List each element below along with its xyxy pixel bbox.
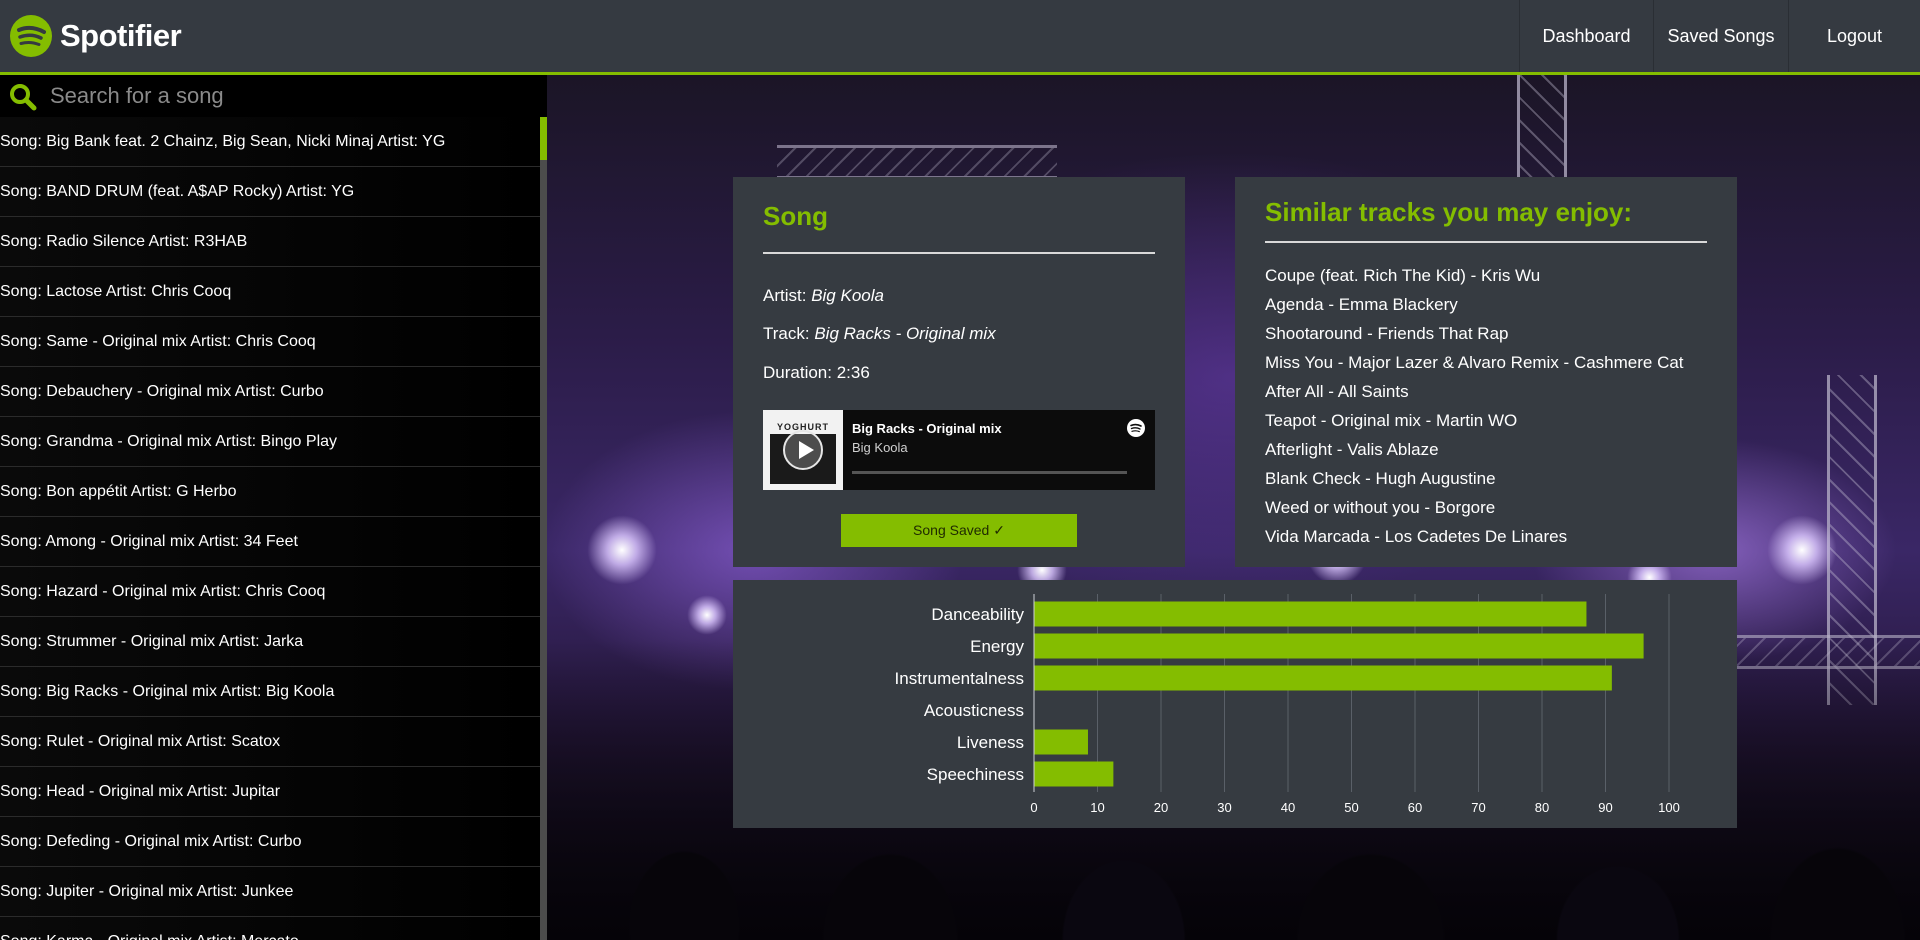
nav-logout-link[interactable]: Logout <box>1788 0 1920 72</box>
song-list-item[interactable]: Song: Grandma - Original mix Artist: Bin… <box>0 417 540 467</box>
embedded-player[interactable]: YOGHURT Big Racks - Original mix Big Koo… <box>763 410 1155 490</box>
similar-track-item[interactable]: After All - All Saints <box>1265 377 1684 406</box>
similar-track-item[interactable]: Shootaround - Friends That Rap <box>1265 319 1684 348</box>
chart-x-tick-label: 20 <box>1154 800 1168 815</box>
duration-label: Duration: <box>763 363 832 382</box>
similar-track-item[interactable]: Afterlight - Valis Ablaze <box>1265 435 1684 464</box>
audio-features-chart: 0 10 20 30 40 50 60 70 80 90 100 Danceability Energy… <box>733 580 1737 828</box>
chart-x-tick-label: 80 <box>1535 800 1549 815</box>
song-card-title: Song <box>763 201 828 231</box>
song-list-item[interactable]: Song: Head - Original mix Artist: Jupita… <box>0 767 540 817</box>
chart-bar-speechiness[interactable] <box>1034 761 1114 787</box>
song-list-item[interactable]: Song: Jupiter - Original mix Artist: Jun… <box>0 867 540 917</box>
song-list-item[interactable]: Song: Radio Silence Artist: R3HAB <box>0 217 540 267</box>
spotify-logo-icon <box>10 15 52 57</box>
similar-track-item[interactable]: Miss You - Major Lazer & Alvaro Remix - … <box>1265 348 1684 377</box>
similar-track-item[interactable]: Weed or without you - Borgore <box>1265 493 1684 522</box>
similar-tracks-card: Similar tracks you may enjoy: Coupe (fea… <box>1235 177 1737 567</box>
chart-category-label: Energy <box>970 637 1024 656</box>
song-list-item[interactable]: Song: Same - Original mix Artist: Chris … <box>0 317 540 367</box>
chart-x-tick-label: 60 <box>1408 800 1422 815</box>
search-icon[interactable] <box>9 83 37 111</box>
duration-row: Duration: 2:36 <box>763 363 870 383</box>
song-list-item[interactable]: Song: Lactose Artist: Chris Cooq <box>0 267 540 317</box>
chart-x-tick-label: 0 <box>1030 800 1037 815</box>
top-navbar: Spotifier Dashboard Saved Songs Logout <box>0 0 1920 75</box>
song-list-item[interactable]: Song: Hazard - Original mix Artist: Chri… <box>0 567 540 617</box>
chart-x-tick-label: 10 <box>1090 800 1104 815</box>
similar-track-item[interactable]: Agenda - Emma Blackery <box>1265 290 1684 319</box>
chart-x-tick-label: 40 <box>1281 800 1295 815</box>
nav-saved-songs-link[interactable]: Saved Songs <box>1653 0 1788 72</box>
player-track-name[interactable]: Big Racks - Original mix <box>852 421 1002 436</box>
nav-dashboard-link[interactable]: Dashboard <box>1519 0 1653 72</box>
similar-track-item[interactable]: Vida Marcada - Los Cadetes De Linares <box>1265 522 1684 551</box>
chart-category-label: Instrumentalness <box>895 669 1024 688</box>
player-artist-name[interactable]: Big Koola <box>852 440 908 455</box>
audio-features-svg: 0 10 20 30 40 50 60 70 80 90 100 Danceability Energy… <box>895 594 1680 815</box>
similar-track-item[interactable]: Teapot - Original mix - Martin WO <box>1265 406 1684 435</box>
chart-category-label: Danceability <box>931 605 1024 624</box>
scrollbar-thumb[interactable] <box>540 117 547 160</box>
search-input[interactable] <box>50 79 530 113</box>
main-nav: Dashboard Saved Songs Logout <box>1519 0 1920 72</box>
song-list-item[interactable]: Song: Big Bank feat. 2 Chainz, Big Sean,… <box>0 117 540 167</box>
chart-bar-energy[interactable] <box>1034 633 1644 659</box>
play-icon <box>799 441 814 459</box>
similar-track-item[interactable]: Coupe (feat. Rich The Kid) - Kris Wu <box>1265 261 1684 290</box>
song-list-item[interactable]: Song: Rulet - Original mix Artist: Scato… <box>0 717 540 767</box>
chart-x-tick-label: 30 <box>1217 800 1231 815</box>
song-list-item[interactable]: Song: Big Racks - Original mix Artist: B… <box>0 667 540 717</box>
chart-category-label: Speechiness <box>927 765 1024 784</box>
song-list-item[interactable]: Song: BAND DRUM (feat. A$AP Rocky) Artis… <box>0 167 540 217</box>
app-title: Spotifier <box>60 18 182 53</box>
artist-label: Artist: <box>763 286 807 305</box>
spotify-icon[interactable] <box>1127 419 1145 437</box>
song-list-scrollbar[interactable] <box>540 117 547 940</box>
chart-x-tick-label: 70 <box>1471 800 1485 815</box>
chart-x-tick-label: 50 <box>1344 800 1358 815</box>
similar-tracks-title: Similar tracks you may enjoy: <box>1265 197 1633 227</box>
track-label: Track: <box>763 324 810 343</box>
player-progress-bar[interactable] <box>852 471 1127 474</box>
song-list-item[interactable]: Song: Strummer - Original mix Artist: Ja… <box>0 617 540 667</box>
similar-title-divider <box>1265 241 1707 243</box>
chart-bar-liveness[interactable] <box>1034 729 1088 755</box>
chart-category-label: Acousticness <box>924 701 1024 720</box>
song-list-item[interactable]: Song: Bon appétit Artist: G Herbo <box>0 467 540 517</box>
artist-row: Artist: Big Koola <box>763 286 884 306</box>
song-sidebar: Song: Big Bank feat. 2 Chainz, Big Sean,… <box>0 75 547 940</box>
play-button[interactable] <box>783 430 823 470</box>
chart-x-tick-label: 100 <box>1658 800 1680 815</box>
chart-bar-instrumentalness[interactable] <box>1034 665 1612 691</box>
song-list-item[interactable]: Song: Debauchery - Original mix Artist: … <box>0 367 540 417</box>
song-details-card: Song Artist: Big Koola Track: Big Racks … <box>733 177 1185 567</box>
app-logo[interactable]: Spotifier <box>10 0 182 74</box>
search-bar <box>0 75 547 117</box>
similar-tracks-list: Coupe (feat. Rich The Kid) - Kris Wu Agen… <box>1265 261 1684 551</box>
album-cover: YOGHURT <box>763 410 843 490</box>
song-list: Song: Big Bank feat. 2 Chainz, Big Sean,… <box>0 117 540 940</box>
similar-track-item[interactable]: Blank Check - Hugh Augustine <box>1265 464 1684 493</box>
song-list-item[interactable]: Song: Among - Original mix Artist: 34 Fe… <box>0 517 540 567</box>
title-divider <box>763 252 1155 254</box>
track-value: Big Racks - Original mix <box>814 324 996 343</box>
song-list-item[interactable]: Song: Defeding - Original mix Artist: Cu… <box>0 817 540 867</box>
artist-value: Big Koola <box>811 286 884 305</box>
chart-category-label: Liveness <box>957 733 1024 752</box>
track-row: Track: Big Racks - Original mix <box>763 324 996 344</box>
song-list-item[interactable]: Song: Karma - Original mix Artist: Merca… <box>0 917 540 940</box>
song-saved-button[interactable]: Song Saved ✓ <box>841 514 1077 547</box>
duration-value: 2:36 <box>836 363 870 382</box>
chart-x-tick-label: 90 <box>1598 800 1612 815</box>
chart-bar-danceability[interactable] <box>1034 601 1587 627</box>
